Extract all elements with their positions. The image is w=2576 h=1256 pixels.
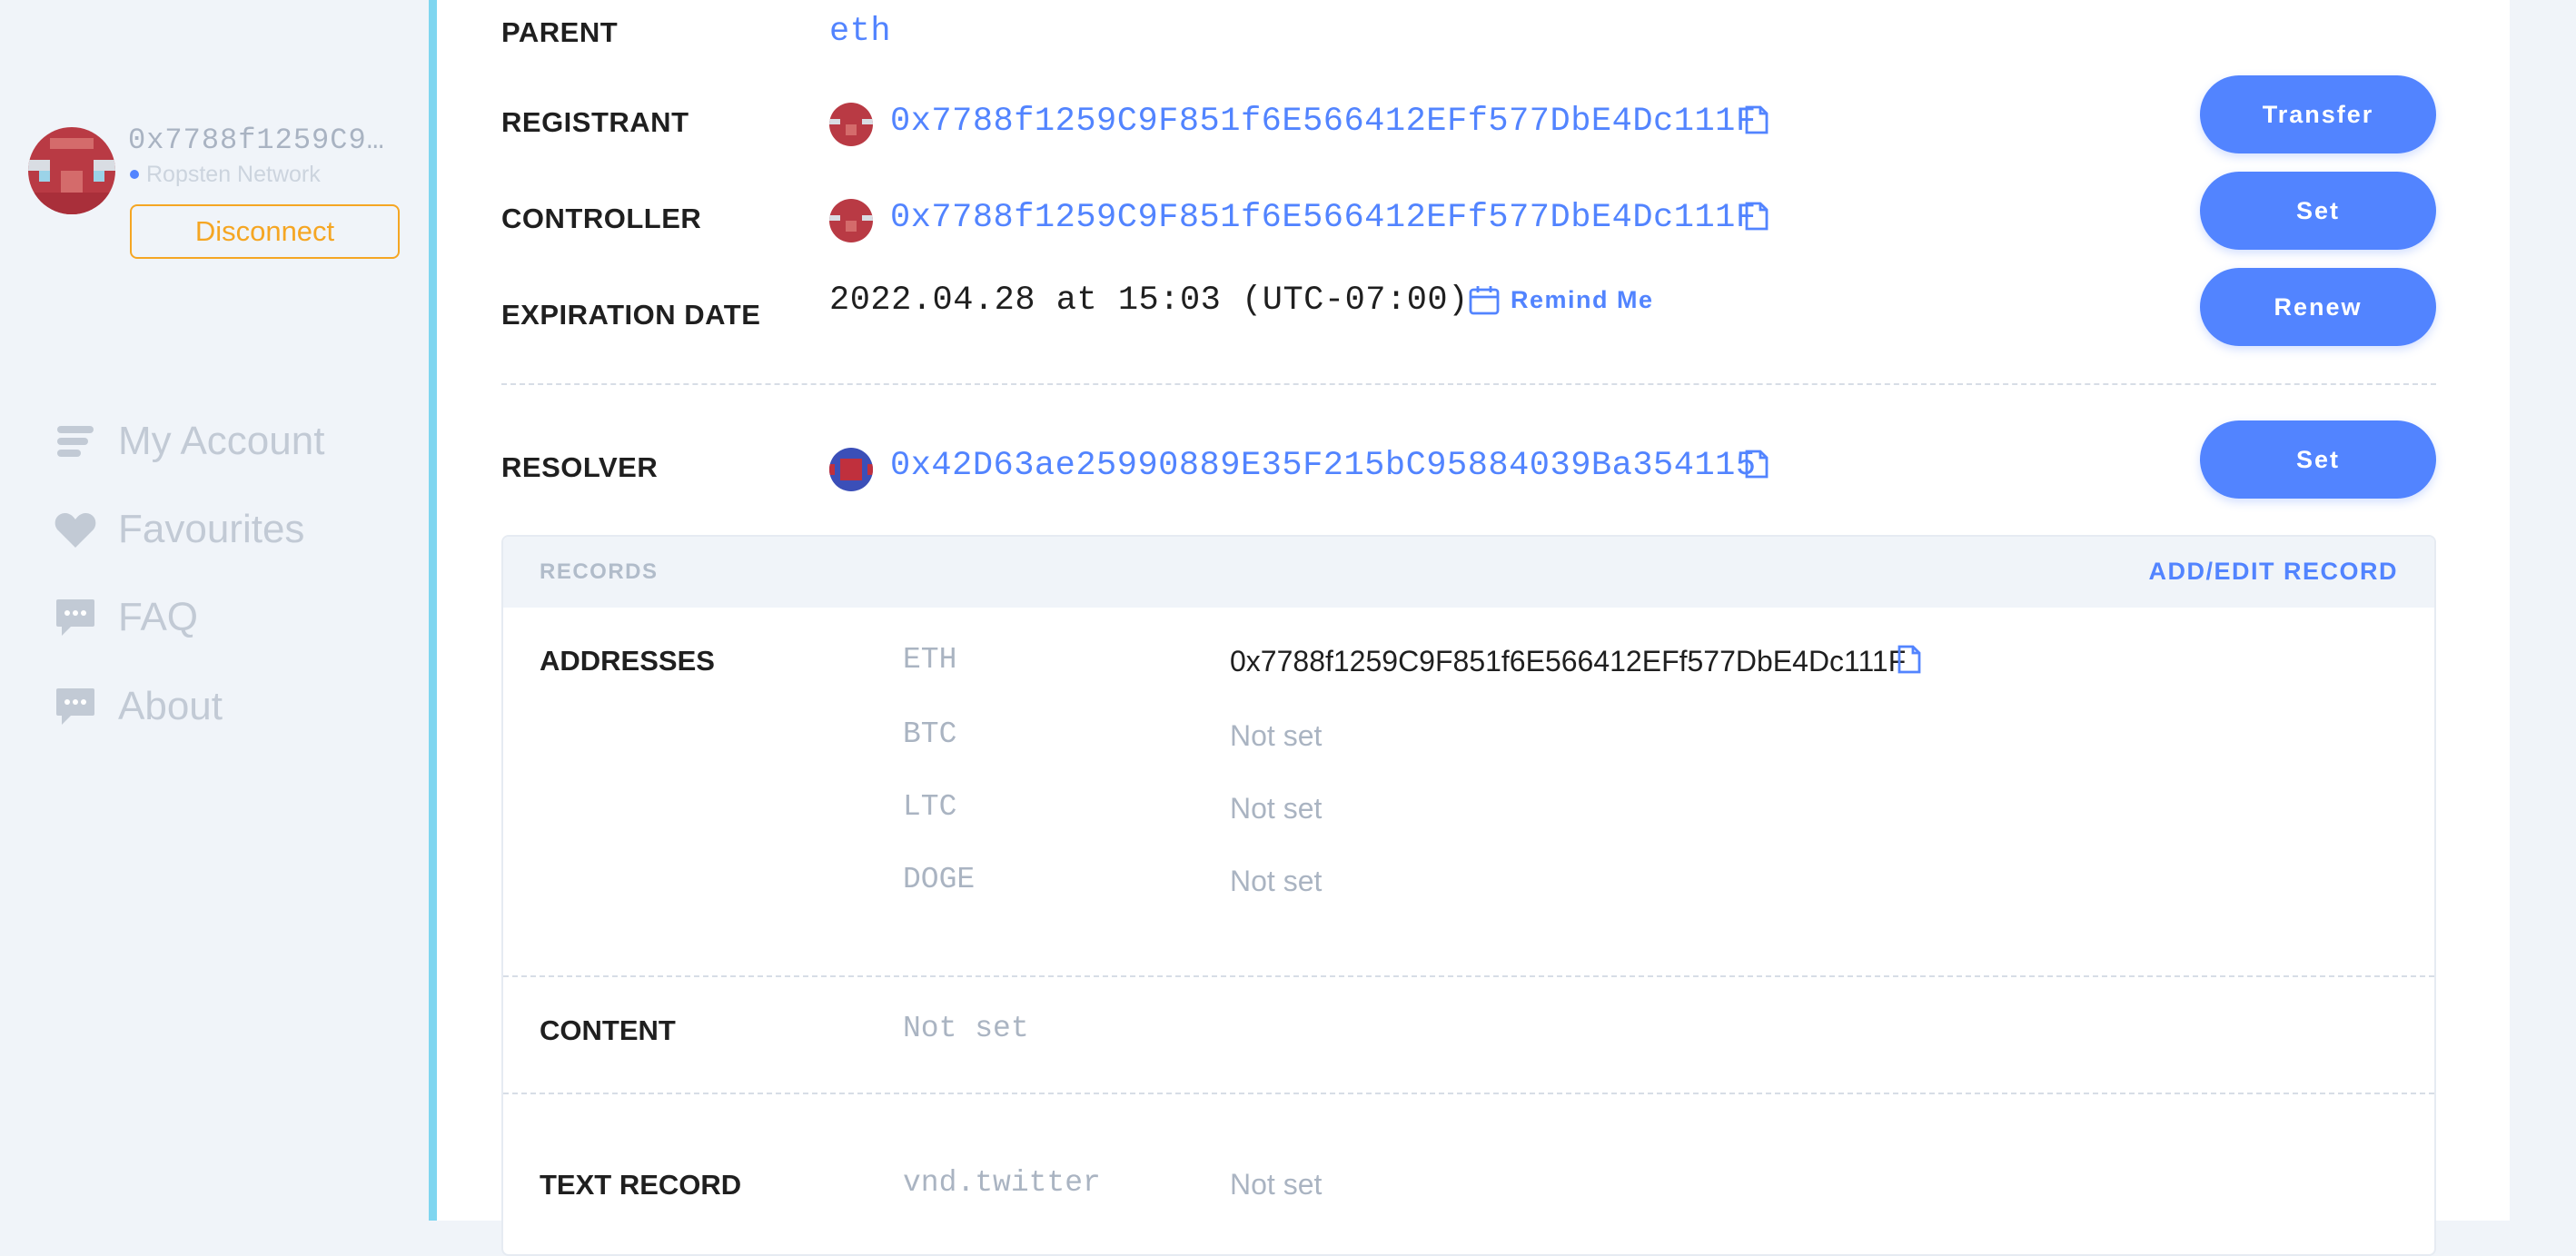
sidebar-item-favourites[interactable]: Favourites	[53, 502, 304, 557]
eth-address-value[interactable]: 0x7788f1259C9F851f6E566412EFf577DbE4Dc11…	[1230, 645, 1906, 678]
registrant-avatar	[829, 103, 873, 146]
resolver-label: RESOLVER	[501, 451, 659, 483]
calendar-icon	[1469, 286, 1500, 315]
addresses-label: ADDRESSES	[540, 645, 715, 677]
expiration-label: EXPIRATION DATE	[501, 299, 761, 331]
sidebar-border	[429, 0, 437, 1221]
btc-address-value: Not set	[1230, 719, 1323, 752]
registrant-address[interactable]: 0x7788f1259C9F851f6E566412EFf577DbE4Dc11…	[890, 103, 1757, 141]
heart-icon	[53, 507, 98, 552]
sidebar-item-label: About	[118, 684, 223, 728]
text-record-value: Not set	[1230, 1168, 1323, 1201]
sidebar: 0x7788f1259C9… Ropsten Network Disconnec…	[0, 0, 429, 1221]
copy-icon[interactable]	[1745, 202, 1769, 231]
resolver-address[interactable]: 0x42D63ae25990889E35F215bC95884039Ba3541…	[890, 447, 1757, 485]
section-divider	[501, 383, 2436, 385]
set-controller-button[interactable]: Set	[2200, 172, 2436, 250]
sidebar-item-label: My Account	[118, 419, 325, 463]
content-value: Not set	[903, 1012, 1029, 1045]
content-label: CONTENT	[540, 1014, 676, 1046]
doge-address-value: Not set	[1230, 865, 1323, 897]
disconnect-button[interactable]: Disconnect	[130, 204, 400, 259]
records-divider	[503, 1093, 2434, 1094]
coin-label-btc: BTC	[903, 717, 957, 751]
expiration-date: 2022.04.28 at 15:03 (UTC-07:00)	[829, 282, 1469, 320]
records-title: RECORDS	[540, 559, 659, 584]
controller-address[interactable]: 0x7788f1259C9F851f6E566412EFf577DbE4Dc11…	[890, 199, 1757, 237]
network-name: Ropsten Network	[146, 162, 321, 187]
coin-label-eth: ETH	[903, 643, 957, 677]
coin-label-ltc: LTC	[903, 790, 957, 824]
controller-label: CONTROLLER	[501, 203, 702, 234]
renew-button[interactable]: Renew	[2200, 268, 2436, 346]
copy-icon[interactable]	[1897, 645, 1921, 674]
account-address: 0x7788f1259C9…	[128, 124, 385, 157]
ltc-address-value: Not set	[1230, 792, 1323, 825]
list-icon	[53, 419, 98, 464]
sidebar-item-about[interactable]: About	[53, 679, 223, 734]
set-resolver-button[interactable]: Set	[2200, 420, 2436, 499]
sidebar-item-label: FAQ	[118, 595, 199, 639]
sidebar-item-faq[interactable]: FAQ	[53, 590, 198, 645]
account-avatar[interactable]	[28, 127, 115, 214]
records-divider	[503, 975, 2434, 977]
chat-bubble-icon	[53, 595, 98, 640]
coin-label-doge: DOGE	[903, 863, 976, 896]
remind-me-label: Remind Me	[1511, 285, 1654, 313]
records-header: RECORDS ADD/EDIT RECORD	[503, 537, 2434, 608]
records-panel: RECORDS ADD/EDIT RECORD ADDRESSES ETH 0x…	[501, 535, 2436, 1256]
text-record-key: vnd.twitter	[903, 1166, 1101, 1200]
add-edit-record-button[interactable]: ADD/EDIT RECORD	[2148, 558, 2398, 586]
chat-bubble-icon	[53, 684, 98, 729]
resolver-avatar	[829, 448, 873, 491]
registrant-label: REGISTRANT	[501, 106, 689, 138]
copy-icon[interactable]	[1745, 450, 1769, 479]
parent-label: PARENT	[501, 16, 619, 48]
sidebar-item-label: Favourites	[118, 507, 305, 551]
transfer-button[interactable]: Transfer	[2200, 75, 2436, 153]
parent-link[interactable]: eth	[829, 13, 891, 51]
sidebar-item-my-account[interactable]: My Account	[53, 414, 324, 469]
text-record-label: TEXT RECORD	[540, 1169, 742, 1201]
controller-avatar	[829, 199, 873, 242]
remind-me-button[interactable]: Remind Me	[1469, 284, 1654, 315]
network-status-dot	[130, 169, 139, 179]
copy-icon[interactable]	[1745, 105, 1769, 134]
network-indicator: Ropsten Network	[130, 162, 321, 188]
name-details-panel: PARENT eth REGISTRANT 0x7788f1259C9F851f…	[437, 0, 2510, 1256]
